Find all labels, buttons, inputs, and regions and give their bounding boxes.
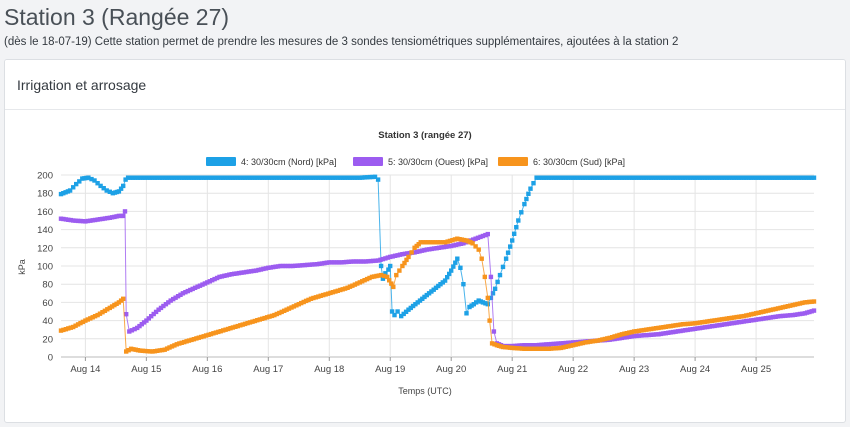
data-point [531, 181, 536, 186]
data-point [397, 268, 402, 273]
data-point [461, 282, 466, 287]
data-point [811, 175, 817, 180]
x-tick-label: Aug 16 [192, 364, 222, 375]
data-point [391, 284, 396, 290]
y-tick-label: 180 [37, 189, 53, 200]
data-point [514, 225, 519, 230]
data-point [492, 286, 498, 291]
data-point [485, 295, 490, 301]
legend-label: 5: 30/30cm (Ouest) [kPa] [388, 157, 488, 167]
x-tick-label: Aug 22 [558, 364, 588, 375]
data-point [455, 256, 460, 261]
chart-container: Station 3 (rangée 27) 4: 30/30cm (Nord) … [5, 110, 845, 422]
y-tick-label: 80 [42, 280, 53, 291]
data-point [485, 231, 490, 237]
data-point [451, 264, 456, 269]
x-tick-label: Aug 24 [680, 364, 710, 375]
legend-item[interactable]: 6: 30/30cm (Sud) [kPa] [498, 157, 625, 167]
data-point [482, 274, 487, 280]
data-point [453, 260, 458, 265]
legend-swatch [353, 157, 383, 166]
x-tick-label: Aug 15 [131, 364, 161, 375]
y-axis: 0 20 40 60 80 100 120 140 160 180 200 [37, 171, 53, 364]
data-point [516, 218, 521, 223]
data-point [121, 213, 126, 219]
data-point [491, 329, 497, 334]
data-point [458, 265, 463, 270]
card-title: Irrigation et arrosage [17, 76, 147, 93]
data-point [510, 238, 515, 243]
x-tick-label: Aug 14 [70, 364, 100, 375]
data-point [394, 272, 399, 278]
data-point [487, 318, 492, 323]
legend-item[interactable]: 5: 30/30cm (Ouest) [kPa] [353, 157, 488, 167]
data-point [495, 279, 500, 285]
chart-legend: 4: 30/30cm (Nord) [kPa] 5: 30/30cm (Ouest… [206, 157, 625, 167]
y-tick-label: 40 [42, 316, 53, 327]
data-point [388, 263, 393, 269]
y-tick-label: 60 [42, 298, 53, 309]
data-point [500, 264, 506, 270]
irrigation-card: Irrigation et arrosage Station 3 (rangée… [4, 59, 846, 423]
data-point [406, 254, 411, 260]
data-point [528, 186, 533, 191]
legend-swatch [498, 157, 528, 166]
data-point [519, 210, 524, 215]
data-point [395, 309, 400, 314]
data-point [497, 272, 503, 278]
data-point [488, 274, 494, 280]
x-tick-label: Aug 17 [253, 364, 283, 375]
data-point [121, 183, 126, 189]
y-tick-label: 140 [37, 225, 53, 236]
data-point [505, 250, 511, 255]
x-tick-label: Aug 21 [497, 364, 527, 375]
legend-item[interactable]: 4: 30/30cm (Nord) [kPa] [206, 157, 337, 167]
data-point [449, 268, 454, 273]
x-tick-label: Aug 23 [619, 364, 649, 375]
data-point [121, 296, 126, 301]
y-tick-label: 160 [37, 207, 53, 218]
y-axis-label: kPa [17, 259, 27, 275]
data-point [378, 263, 384, 269]
data-point [409, 250, 414, 255]
series-line [60, 238, 815, 353]
data-point [524, 196, 529, 202]
tension-chart: Station 3 (rangée 27) 4: 30/30cm (Nord) … [17, 130, 817, 396]
y-tick-label: 100 [37, 262, 53, 273]
y-tick-label: 200 [37, 171, 53, 182]
x-axis: Aug 14 Aug 15 Aug 16 Aug 17 Aug 18 Aug 19 Aug … [70, 357, 771, 375]
page-subtitle: (dès le 18-07-19) Cette station permet d… [4, 36, 679, 48]
legend-label: 4: 30/30cm (Nord) [kPa] [241, 157, 337, 167]
series-6 [58, 236, 817, 354]
data-point [503, 256, 509, 261]
y-tick-label: 0 [48, 353, 53, 364]
chart-title: Station 3 (rangée 27) [378, 130, 471, 141]
data-point [476, 247, 481, 252]
data-point [522, 201, 527, 207]
y-tick-label: 20 [42, 334, 53, 345]
data-point [375, 177, 381, 182]
data-point [811, 299, 817, 304]
card-header: Irrigation et arrosage [5, 60, 845, 110]
data-point [479, 256, 484, 261]
data-point [464, 311, 469, 316]
legend-swatch [206, 157, 236, 166]
legend-label: 6: 30/30cm (Sud) [kPa] [533, 157, 625, 167]
x-tick-label: Aug 25 [741, 364, 771, 375]
data-point [512, 231, 517, 236]
data-point [526, 191, 531, 196]
x-tick-label: Aug 19 [375, 364, 405, 375]
data-point [122, 209, 128, 214]
chart-series [58, 174, 817, 354]
y-tick-label: 120 [37, 243, 53, 254]
data-point [811, 308, 817, 313]
x-axis-label: Temps (UTC) [398, 386, 452, 396]
x-tick-label: Aug 18 [314, 364, 344, 375]
data-point [508, 244, 513, 249]
x-tick-label: Aug 20 [436, 364, 466, 375]
page-title: Station 3 (Rangée 27) [4, 4, 230, 30]
